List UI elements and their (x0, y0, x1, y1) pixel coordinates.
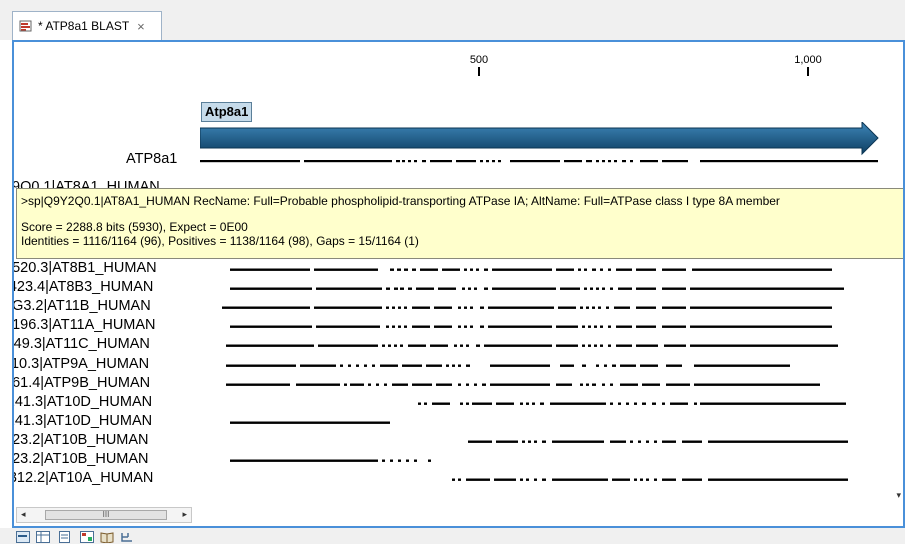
report-view-icon[interactable] (80, 531, 94, 543)
graphical-view-icon[interactable] (16, 531, 30, 543)
feature-label[interactable]: Atp8a1 (201, 102, 253, 122)
tab-title: * ATP8a1 BLAST (38, 19, 130, 33)
alignment-canvas: 500 1,000 Atp8a1 ATP8a1 9Q0.1|AT8A1_HUMA… (14, 42, 903, 500)
hit-row[interactable]: 2G3.2|AT11B_HUMAN (14, 298, 903, 316)
view-switcher-bar (0, 528, 905, 544)
blast-result-icon (19, 19, 33, 33)
hit-row[interactable]: 110.3|ATP9A_HUMAN (14, 356, 903, 374)
hit-alignment-track (226, 364, 790, 367)
book-icon[interactable] (100, 531, 114, 543)
hit-name-label: 823.2|AT10B_HUMAN (12, 451, 149, 467)
tooltip-identities: Identities = 1116/1164 (96), Positives =… (21, 234, 419, 248)
hit-name-label: '241.3|AT10D_HUMAN (12, 412, 153, 429)
blast-graphical-view: 500 1,000 Atp8a1 ATP8a1 9Q0.1|AT8A1_HUMA… (12, 40, 905, 528)
editor-tab-bar: * ATP8a1 BLAST × (0, 0, 905, 40)
hit-name-label: B49.3|AT11C_HUMAN (12, 336, 150, 353)
hit-row[interactable]: 823.2|AT10B_HUMAN (14, 451, 903, 469)
ruler-tick-500: 500 (469, 54, 489, 76)
hit-row[interactable]: 3520.3|AT8B1_HUMAN (14, 260, 903, 278)
hit-name-label: 3520.3|AT8B1_HUMAN (12, 260, 157, 276)
tooltip-score: Score = 2288.8 bits (5930), Expect = 0E0… (21, 220, 248, 234)
horizontal-scrollbar[interactable]: ◂ III ▸ (16, 507, 192, 523)
table-view-icon[interactable] (36, 531, 50, 543)
scroll-left-arrow-icon[interactable]: ◂ (21, 509, 26, 520)
hit-alignment-track (418, 402, 846, 405)
hit-row[interactable]: B49.3|AT11C_HUMAN (14, 336, 903, 354)
feature-arrow[interactable] (200, 122, 880, 158)
hit-row[interactable]: '241.3|AT10D_HUMAN (14, 394, 903, 412)
query-alignment-track (200, 160, 878, 163)
tree-icon[interactable] (120, 531, 134, 543)
hit-name-label: 3196.3|AT11A_HUMAN (12, 317, 156, 334)
hit-alignment-track (222, 306, 832, 310)
hit-alignment-track (230, 459, 431, 462)
hit-row[interactable]: )312.2|AT10A_HUMAN (14, 470, 903, 488)
hit-name-label: )423.4|AT8B3_HUMAN (12, 279, 154, 296)
hit-name-label: 110.3|ATP9A_HUMAN (12, 355, 150, 372)
hit-row[interactable]: 823.2|AT10B_HUMAN (14, 432, 903, 450)
query-sequence-label: ATP8a1 (126, 151, 178, 167)
hit-alignment-track (230, 325, 832, 329)
hit-row[interactable]: 3196.3|AT11A_HUMAN (14, 317, 903, 335)
tooltip-description: >sp|Q9Y2Q0.1|AT8A1_HUMAN RecName: Full=P… (21, 194, 780, 208)
hit-name-label: 861.4|ATP9B_HUMAN (12, 374, 151, 391)
scroll-right-arrow-icon[interactable]: ▸ (182, 509, 187, 520)
hit-alignment-track (230, 268, 832, 271)
hit-name-label: '241.3|AT10D_HUMAN (12, 393, 153, 410)
hit-row[interactable]: 861.4|ATP9B_HUMAN (14, 375, 903, 393)
hit-alignment-track (230, 287, 844, 290)
hit-name-label: 823.2|AT10B_HUMAN (12, 431, 149, 448)
scrollbar-thumb[interactable]: III (45, 510, 167, 520)
tab-atp8a1-blast[interactable]: * ATP8a1 BLAST × (12, 11, 162, 40)
hit-alignment-track (230, 421, 390, 424)
hit-alignment-track (468, 440, 848, 443)
hit-name-label: 2G3.2|AT11B_HUMAN (12, 298, 151, 315)
ruler-tick-label: 1,000 (794, 54, 822, 66)
text-view-icon[interactable] (58, 531, 72, 543)
hit-tooltip: >sp|Q9Y2Q0.1|AT8A1_HUMAN RecName: Full=P… (16, 188, 903, 259)
scroll-down-arrow-icon[interactable]: ▾ (896, 490, 901, 501)
hit-alignment-track (226, 344, 838, 348)
ruler-tick-label: 500 (469, 54, 489, 66)
tab-close-icon[interactable]: × (137, 19, 145, 34)
hit-alignment-track (226, 383, 820, 386)
hit-name-label: )312.2|AT10A_HUMAN (12, 470, 154, 487)
ruler-tick-1000: 1,000 (790, 54, 826, 76)
hit-alignment-track (452, 478, 848, 481)
hit-row[interactable]: )423.4|AT8B3_HUMAN (14, 279, 903, 297)
hit-row[interactable]: '241.3|AT10D_HUMAN (14, 413, 903, 431)
